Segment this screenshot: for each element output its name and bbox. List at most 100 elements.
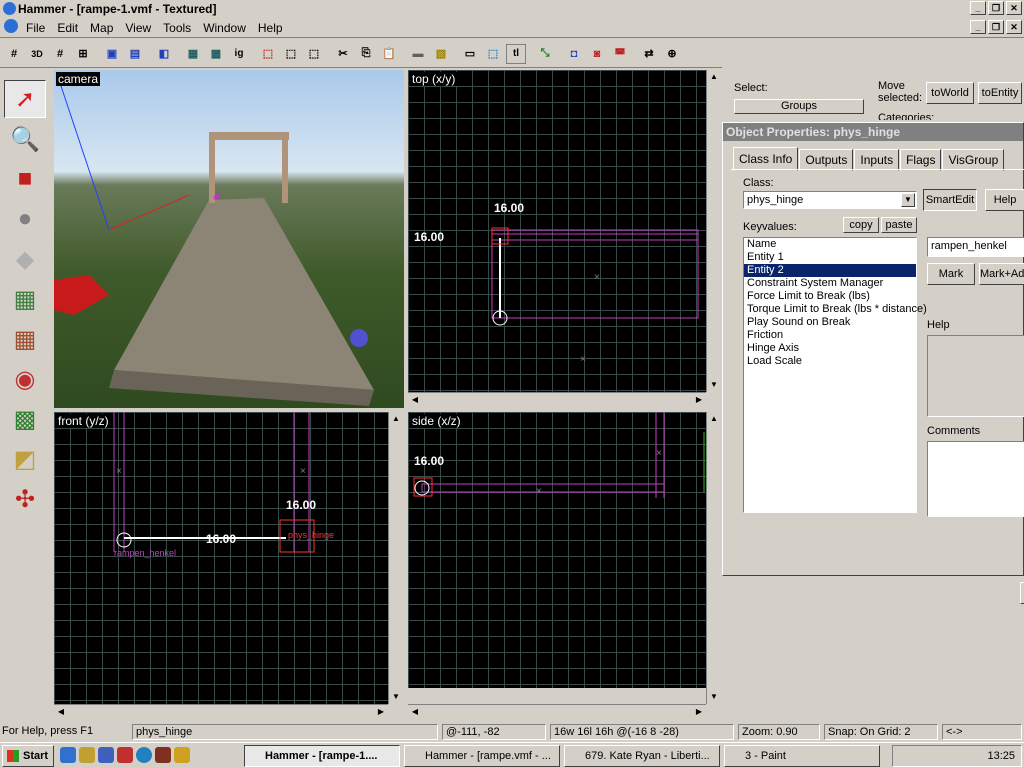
app-icon-3[interactable] (174, 747, 190, 763)
copy-icon[interactable]: ⬚ (281, 44, 301, 64)
list-item[interactable]: Entity 1 (744, 251, 916, 264)
run-map-icon[interactable]: ⇄ (639, 44, 659, 64)
winamp-icon[interactable] (136, 747, 152, 763)
minimize-button[interactable]: _ (970, 1, 986, 15)
list-item[interactable]: Force Limit to Break (lbs) (744, 290, 916, 303)
snap-icon[interactable]: ⊞ (73, 44, 93, 64)
list-item[interactable]: Constraint System Manager (744, 277, 916, 290)
tl-icon[interactable]: tl (506, 43, 526, 64)
smartedit-button[interactable]: SmartEdit (923, 189, 977, 211)
side-viewport[interactable]: × × 16.00 side (x/z) (408, 412, 706, 688)
list-item[interactable]: Hinge Axis (744, 342, 916, 355)
comments-box[interactable] (927, 441, 1024, 517)
selection-tool-icon[interactable]: ➚ (4, 80, 46, 118)
media-icon[interactable] (98, 747, 114, 763)
compile-icon[interactable]: ⊕ (662, 44, 682, 64)
side-hscroll[interactable]: ◀ ▶ (408, 704, 706, 718)
paste-button[interactable]: paste (881, 217, 917, 233)
vis-icon[interactable]: ig (229, 44, 249, 64)
list-item[interactable]: Name (744, 238, 916, 251)
paste-icon[interactable]: ⬚ (304, 44, 324, 64)
texture-lock-icon[interactable]: ▬ (408, 44, 428, 64)
block-tool-icon[interactable]: ◆ (4, 240, 46, 278)
list-item[interactable]: Play Sound on Break (744, 316, 916, 329)
class-select[interactable]: phys_hinge ▼ (743, 191, 917, 209)
clipboard-copy-icon[interactable]: ⎘ (356, 44, 376, 64)
scissors-icon[interactable]: ✂ (333, 44, 353, 64)
doc-minimize-button[interactable]: _ (970, 20, 986, 34)
vertex-tool-icon[interactable]: ✣ (4, 480, 46, 518)
value-field[interactable]: rampen_henkel (927, 237, 1024, 257)
side-vscroll[interactable]: ▲ ▼ (706, 412, 720, 704)
menu-view[interactable]: View (119, 21, 157, 35)
task-paint[interactable]: 3 - Paint (724, 745, 880, 767)
keyvalues-list[interactable]: Name Entity 1 Entity 2 Constraint System… (743, 237, 927, 513)
texture-app-icon[interactable]: ▧ (431, 44, 451, 64)
doc-close-button[interactable]: ✕ (1006, 20, 1022, 34)
front-hscroll[interactable]: ◀ ▶ (54, 704, 388, 718)
menu-file[interactable]: File (20, 21, 51, 35)
apply-texture-icon[interactable]: ▦ (4, 320, 46, 358)
entity-tool-icon[interactable]: ● (4, 200, 46, 238)
group-icon[interactable]: ▣ (102, 44, 122, 64)
help-button[interactable]: Help (985, 189, 1024, 211)
ungroup-icon[interactable]: ▤ (125, 44, 145, 64)
menu-window[interactable]: Window (197, 21, 252, 35)
to-entity-button[interactable]: toEntity (978, 82, 1022, 104)
doc-icon[interactable] (0, 19, 20, 36)
task-winamp[interactable]: 679. Kate Ryan - Liberti... (564, 745, 720, 767)
list-item[interactable]: Friction (744, 329, 916, 342)
hide-icon[interactable]: ▦ (183, 44, 203, 64)
unhide-icon[interactable]: ▩ (206, 44, 226, 64)
tab-visgroup[interactable]: VisGroup (942, 149, 1005, 171)
top-viewport[interactable]: × × 16.00 16.00 top (x/y) (408, 70, 706, 392)
menu-tools[interactable]: Tools (157, 21, 197, 35)
texture-tool-icon[interactable]: ▦ (4, 280, 46, 318)
top-vscroll[interactable]: ▲ ▼ (706, 70, 720, 392)
chevron-down-icon[interactable]: ▼ (901, 193, 915, 207)
task-hammer-2[interactable]: Hammer - [rampe.vmf - ... (404, 745, 560, 767)
to-world-button[interactable]: toWorld (926, 82, 974, 104)
player-icon[interactable] (117, 747, 133, 763)
doc-restore-button[interactable]: ❐ (988, 20, 1004, 34)
select-icon[interactable]: ⬚ (483, 44, 503, 64)
magnify-tool-icon[interactable]: 🔍 (4, 120, 46, 158)
menu-edit[interactable]: Edit (51, 21, 84, 35)
camera-viewport[interactable]: camera (54, 70, 404, 408)
mark-button[interactable]: Mark (927, 263, 975, 285)
start-button[interactable]: Start (2, 745, 54, 767)
front-viewport[interactable]: × × phys_hinge rampen_henkel 16.00 16.00… (54, 412, 388, 704)
menu-map[interactable]: Map (84, 21, 119, 35)
task-hammer-1[interactable]: Hammer - [rampe-1.... (244, 745, 400, 767)
list-item[interactable]: Entity 2 (744, 264, 916, 277)
menu-help[interactable]: Help (252, 21, 289, 35)
overlay-tool-icon[interactable]: ▩ (4, 400, 46, 438)
3d-grid-icon[interactable]: 3D (27, 44, 47, 64)
bounding-box-icon[interactable]: ▭ (460, 44, 480, 64)
clipboard-paste-icon[interactable]: 📋 (379, 44, 399, 64)
close-button[interactable]: ✕ (1006, 1, 1022, 15)
apply-button[interactable] (1020, 582, 1024, 604)
ie-icon[interactable] (60, 747, 76, 763)
cut-icon[interactable]: ⬚ (258, 44, 278, 64)
flip-icon[interactable]: ⤡ (535, 44, 555, 64)
app-icon-2[interactable] (155, 747, 171, 763)
entity-report-icon[interactable]: ◙ (587, 44, 607, 64)
carve-icon[interactable]: ◧ (154, 44, 174, 64)
camera-tool-icon[interactable]: ■ (4, 160, 46, 198)
grid-icon[interactable]: # (4, 44, 24, 64)
top-hscroll[interactable]: ◀ ▶ (408, 392, 706, 406)
restore-button[interactable]: ❐ (988, 1, 1004, 15)
list-item[interactable]: Load Scale (744, 355, 916, 368)
decal-tool-icon[interactable]: ◉ (4, 360, 46, 398)
tab-class-info[interactable]: Class Info (733, 147, 799, 171)
front-vscroll[interactable]: ▲ ▼ (388, 412, 402, 704)
copy-button[interactable]: copy (843, 217, 879, 233)
list-item[interactable]: Torque Limit to Break (lbs * distance) (744, 303, 927, 316)
clipping-tool-icon[interactable]: ◩ (4, 440, 46, 478)
light-icon[interactable]: ◘ (564, 44, 584, 64)
tab-inputs[interactable]: Inputs (854, 149, 900, 171)
desktop-icon[interactable] (79, 747, 95, 763)
tab-outputs[interactable]: Outputs (799, 149, 854, 171)
mark-add-button[interactable]: Mark+Add (979, 263, 1024, 285)
